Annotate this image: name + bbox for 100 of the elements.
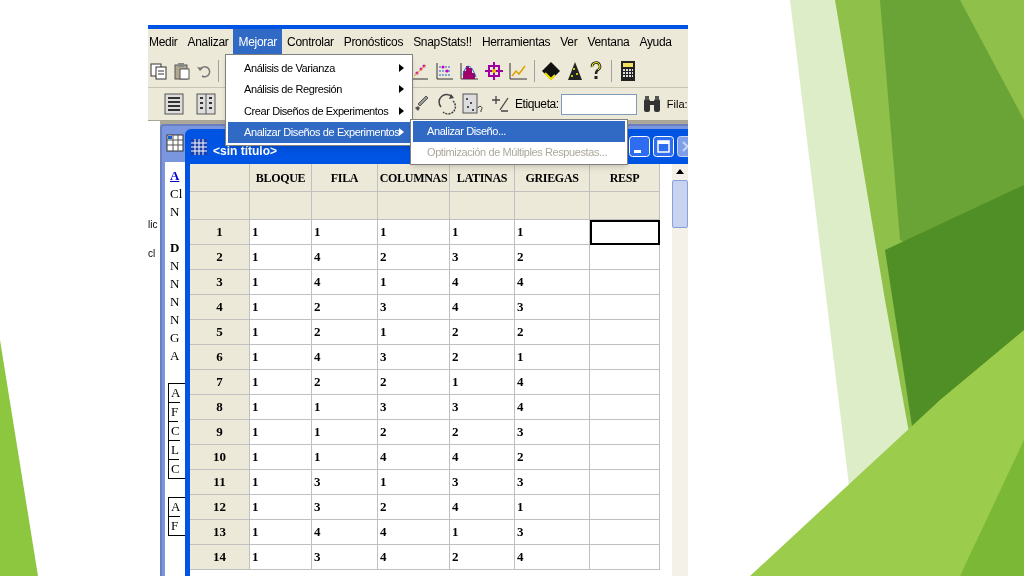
table-cell[interactable]: 1 — [250, 495, 312, 520]
row-header[interactable]: 9 — [190, 420, 250, 445]
table-cell[interactable]: 4 — [450, 495, 515, 520]
table-cell[interactable]: 2 — [450, 420, 515, 445]
table-cell[interactable]: 2 — [378, 245, 450, 270]
table-cell[interactable]: 4 — [515, 270, 590, 295]
table-cell[interactable]: 4 — [450, 295, 515, 320]
table-cell[interactable]: 1 — [312, 395, 378, 420]
table-cell[interactable]: 1 — [250, 395, 312, 420]
table-cell[interactable]: 2 — [450, 545, 515, 570]
row-header[interactable]: 6 — [190, 345, 250, 370]
table-cell[interactable]: 4 — [312, 345, 378, 370]
menu-bar-item[interactable]: Analizar — [182, 29, 234, 55]
link[interactable]: A — [168, 167, 180, 185]
row-header[interactable]: 13 — [190, 520, 250, 545]
menu-item[interactable]: Análisis de Regresión — [228, 78, 410, 100]
table-cell[interactable]: 3 — [515, 420, 590, 445]
table-cell[interactable]: 4 — [378, 545, 450, 570]
menu-bar-item[interactable]: Herramientas — [476, 29, 556, 55]
table-cell[interactable]: 1 — [378, 470, 450, 495]
table-cell[interactable]: 4 — [378, 520, 450, 545]
table-cell[interactable]: 1 — [250, 420, 312, 445]
menu-bar-item[interactable]: Mejorar — [233, 29, 283, 55]
table-cell[interactable]: 1 — [250, 220, 312, 245]
table-cell[interactable]: 4 — [450, 445, 515, 470]
table-cell[interactable]: 3 — [378, 345, 450, 370]
table-cell[interactable]: 3 — [312, 495, 378, 520]
row-header[interactable]: 10 — [190, 445, 250, 470]
table-cell[interactable]: 1 — [450, 370, 515, 395]
table-cell[interactable]: 4 — [515, 395, 590, 420]
menu-item[interactable]: Analizar Diseños de Experimentos — [228, 121, 410, 143]
table-cell[interactable]: 3 — [515, 470, 590, 495]
row-header[interactable]: 7 — [190, 370, 250, 395]
table-cell[interactable]: 3 — [515, 520, 590, 545]
table-cell[interactable]: 3 — [450, 395, 515, 420]
table-cell[interactable]: 3 — [312, 545, 378, 570]
row-header[interactable]: 12 — [190, 495, 250, 520]
table-cell[interactable]: 1 — [250, 270, 312, 295]
row-header[interactable]: 5 — [190, 320, 250, 345]
table-cell[interactable]: 1 — [378, 320, 450, 345]
table-cell[interactable]: 4 — [312, 520, 378, 545]
menu-bar-item[interactable]: Ayuda — [634, 29, 677, 55]
menu-bar-item[interactable]: Medir — [148, 29, 183, 55]
column-header[interactable]: GRIEGAS — [515, 164, 590, 192]
menu-bar-item[interactable]: Pronósticos — [338, 29, 409, 55]
table-cell[interactable]: 3 — [515, 295, 590, 320]
table-cell[interactable]: 4 — [378, 445, 450, 470]
table-cell[interactable]: 2 — [378, 370, 450, 395]
table-cell[interactable]: 4 — [312, 245, 378, 270]
row-header[interactable]: 4 — [190, 295, 250, 320]
row-header[interactable]: 2 — [190, 245, 250, 270]
column-header[interactable]: LATINAS — [450, 164, 515, 192]
menu-bar-item[interactable]: Ver — [555, 29, 583, 55]
table-cell[interactable]: 4 — [515, 370, 590, 395]
table-cell[interactable]: 2 — [312, 370, 378, 395]
table-cell[interactable]: 2 — [312, 320, 378, 345]
row-header[interactable]: 8 — [190, 395, 250, 420]
table-cell[interactable]: 2 — [378, 420, 450, 445]
table-cell[interactable]: 1 — [250, 245, 312, 270]
row-header[interactable]: 11 — [190, 470, 250, 495]
column-header[interactable]: RESP — [590, 164, 660, 192]
table-cell[interactable]: 1 — [515, 345, 590, 370]
table-cell[interactable]: 1 — [378, 220, 450, 245]
menu-item[interactable]: Crear Diseños de Experimentos — [228, 100, 410, 122]
table-cell[interactable]: 3 — [450, 245, 515, 270]
table-cell[interactable]: 3 — [378, 395, 450, 420]
row-header[interactable]: 14 — [190, 545, 250, 570]
table-cell[interactable]: 2 — [312, 295, 378, 320]
table-cell[interactable]: 1 — [250, 370, 312, 395]
menu-bar-item[interactable]: SnapStats!! — [408, 29, 477, 55]
table-cell[interactable]: 1 — [250, 320, 312, 345]
column-header[interactable]: FILA — [312, 164, 378, 192]
table-cell[interactable]: 3 — [378, 295, 450, 320]
table-cell[interactable]: 4 — [450, 270, 515, 295]
table-cell[interactable]: 4 — [515, 545, 590, 570]
table-cell[interactable]: 2 — [450, 320, 515, 345]
row-header[interactable]: 1 — [190, 220, 250, 245]
table-cell[interactable]: 1 — [250, 345, 312, 370]
table-cell[interactable]: 3 — [450, 470, 515, 495]
table-cell[interactable]: 2 — [450, 345, 515, 370]
table-cell[interactable]: 1 — [250, 295, 312, 320]
menu-item[interactable]: Analizar Diseño... — [413, 121, 625, 142]
table-cell[interactable]: 4 — [312, 270, 378, 295]
table-cell[interactable]: 1 — [250, 470, 312, 495]
table-cell[interactable]: 1 — [515, 495, 590, 520]
table-cell[interactable]: 1 — [312, 420, 378, 445]
table-cell[interactable]: 1 — [250, 445, 312, 470]
table-cell[interactable]: 2 — [515, 245, 590, 270]
column-header[interactable]: BLOQUE — [250, 164, 312, 192]
table-cell[interactable]: 1 — [515, 220, 590, 245]
menu-item[interactable]: Análisis de Varianza — [228, 57, 410, 79]
table-cell[interactable]: 2 — [515, 445, 590, 470]
row-header[interactable]: 3 — [190, 270, 250, 295]
table-cell[interactable]: 1 — [312, 445, 378, 470]
table-cell[interactable]: 1 — [250, 520, 312, 545]
menu-bar-item[interactable]: Controlar — [282, 29, 339, 55]
table-cell[interactable]: 1 — [312, 220, 378, 245]
table-cell[interactable]: 2 — [515, 320, 590, 345]
menu-bar-item[interactable]: Ventana — [582, 29, 635, 55]
table-cell[interactable]: 3 — [312, 470, 378, 495]
